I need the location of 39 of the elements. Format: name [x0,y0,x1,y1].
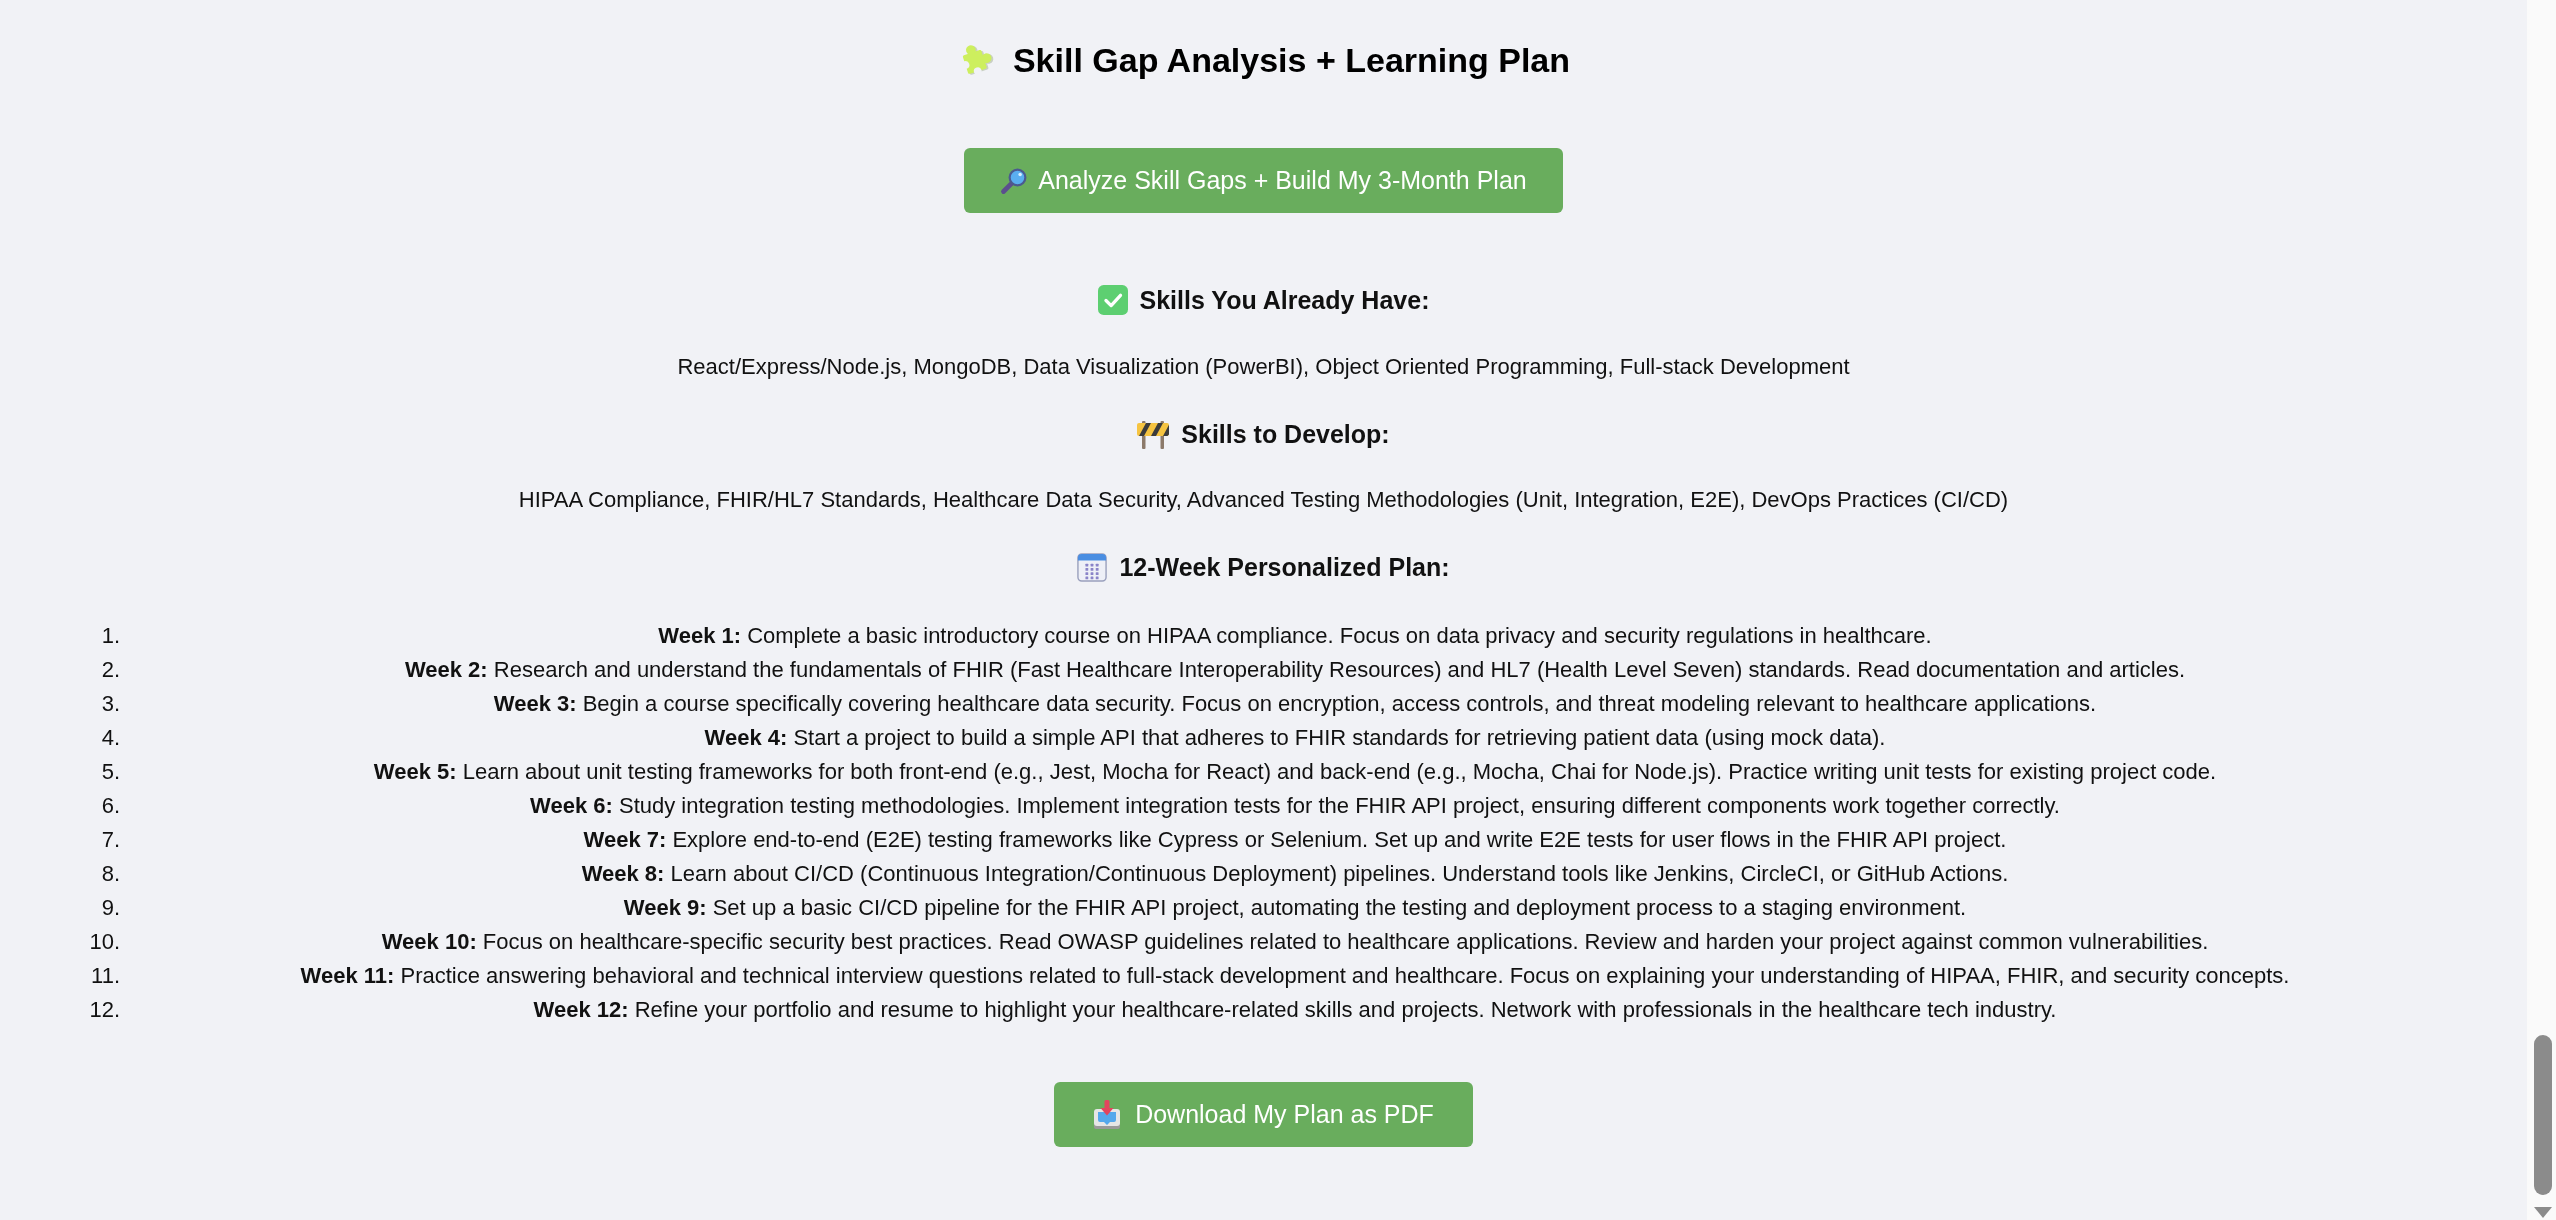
step-number: 2. [100,656,120,684]
plan-heading: 12-Week Personalized Plan: [1119,552,1450,583]
plan-step: Week 5: Learn about unit testing frameworks for both front-end (e.g., Jest, Mocha for React) and back-end (e.g., Mocha, Chai for Node.js). Practice writing unit tests for existing project code. [120,755,2460,789]
page-title: Skill Gap Analysis + Learning Plan [1012,40,1571,80]
calendar-icon [1077,552,1108,582]
step-number: 6. [100,792,120,820]
skills-have-heading: Skills You Already Have: [1139,285,1430,316]
plan-step: Week 3: Begin a course specifically covering healthcare data security. Focus on encryption, access controls, and threat modeling relevant to healthcare applications. [120,687,2460,721]
check-mark-icon [1097,285,1128,315]
step-number: 9. [100,894,120,922]
plan-step: Week 2: Research and understand the fundamentals of FHIR (Fast Healthcare Interoperability Resources) and HL7 (Health Level Seven) standards. Read documentation and articles. [120,653,2460,687]
step-number: 3. [100,690,120,718]
plan-step: Week 7: Explore end-to-end (E2E) testing frameworks like Cypress or Selenium. Set up and write E2E tests for user flows in the FHIR API project. [120,823,2460,857]
scroll-down-arrow-icon[interactable] [2533,1207,2552,1218]
plan-step: Week 6: Study integration testing methodologies. Implement integration tests for the FHIR API project, ensuring different components work together correctly. [120,789,2460,823]
plan-step: Week 4: Start a project to build a simple API that adheres to FHIR standards for retrieving patient data (using mock data). [120,721,2460,755]
plan-step: Week 11: Practice answering behavioral and technical interview questions related to full-stack development and healthcare. Focus on explaining your understanding of HIPAA, FHIR, and security concepts. [120,959,2460,993]
magnifying-glass-icon [1000,166,1029,195]
step-number: 1. [100,622,120,650]
skills-to-develop-list: HIPAA Compliance, FHIR/HL7 Standards, Healthcare Data Security, Advanced Testing Methodologies (Unit, Integration, E2E), DevOps Practices (CI/CD) [518,483,2009,517]
construction-barrier-icon [1137,419,1170,449]
inbox-tray-icon [1093,1099,1122,1130]
analyze-skill-gaps-button[interactable]: Analyze Skill Gaps + Build My 3-Month Plan [964,148,1563,213]
step-number: 10. [88,928,120,956]
plan-step: Week 9: Set up a basic CI/CD pipeline for the FHIR API project, automating the testing and deployment process to a staging environment. [120,891,2460,925]
plan-step: Week 1: Complete a basic introductory course on HIPAA compliance. Focus on data privacy and security regulations in healthcare. [120,619,2460,653]
scrollbar-thumb[interactable] [2533,1035,2552,1195]
step-number: 4. [100,724,120,752]
step-number: 8. [100,860,120,888]
plan-step: Week 8: Learn about CI/CD (Continuous Integration/Continuous Deployment) pipelines. Understand tools like Jenkins, CircleCI, or GitHub Actions. [120,857,2460,891]
skills-have-list: React/Express/Node.js, MongoDB, Data Visualization (PowerBI), Object Oriented Programming, Full-stack Development [677,350,1850,384]
plan-step: Week 10: Focus on healthcare-specific security best practices. Read OWASP guidelines related to healthcare applications. Review and harden your project against common vulnerabilities. [120,925,2460,959]
skills-to-develop-heading: Skills to Develop: [1181,419,1390,450]
step-number: 7. [100,826,120,854]
step-number: 11. [90,962,120,990]
download-pdf-button[interactable]: Download My Plan as PDF [1054,1082,1473,1147]
plan-step: Week 12: Refine your portfolio and resume to highlight your healthcare-related skills and projects. Network with professionals in the healthcare tech industry. [120,993,2460,1027]
step-number: 12. [88,996,120,1024]
step-number: 5. [100,758,120,786]
